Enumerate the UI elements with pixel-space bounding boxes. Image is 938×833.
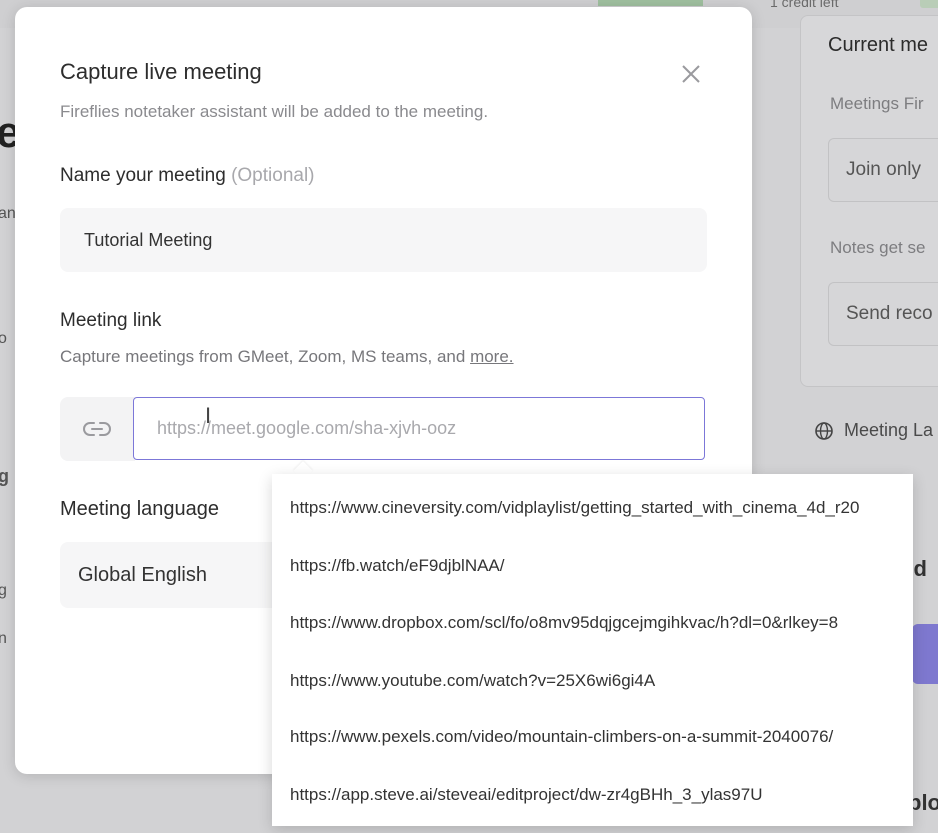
panel-label: Meetings Fir (830, 94, 924, 113)
panel-select-value: Join only (846, 159, 921, 180)
modal-title: Capture live meeting (60, 59, 262, 84)
primary-button[interactable] (912, 624, 938, 684)
meeting-link-description-text: Capture meetings from GMeet, Zoom, MS te… (60, 347, 466, 366)
suggestion-item[interactable]: https://www.dropbox.com/scl/fo/o8mv95dqj… (290, 613, 900, 633)
panel-label: Notes get se (830, 238, 926, 257)
text-cursor-icon: I (205, 403, 212, 428)
meeting-link-label: Meeting link (60, 310, 162, 331)
meeting-language-setting[interactable]: Meeting La (814, 420, 933, 441)
top-button[interactable] (598, 0, 703, 6)
globe-icon (815, 421, 833, 440)
panel-select-value: Send reco (846, 303, 933, 324)
panel-title: Current me (828, 34, 929, 56)
link-icon-container (60, 397, 135, 461)
meeting-name-label: Name your meeting (Optional) (60, 165, 315, 187)
meeting-language-select[interactable]: Global English (60, 542, 290, 608)
background-text-fragment: o (0, 330, 7, 347)
panel-select[interactable]: Send reco (828, 282, 938, 346)
background-text-fragment: n (0, 630, 7, 647)
meeting-link-description: Capture meetings from GMeet, Zoom, MS te… (60, 347, 514, 367)
suggestion-item[interactable]: https://app.steve.ai/steveai/editproject… (290, 785, 900, 805)
meeting-link-input[interactable] (133, 397, 705, 460)
modal-subtitle: Fireflies notetaker assistant will be ad… (60, 102, 489, 121)
panel-select[interactable]: Join only (828, 138, 938, 202)
background-text-fragment: an (0, 205, 16, 222)
meeting-name-input[interactable] (60, 208, 707, 272)
suggestion-item[interactable]: https://www.cineversity.com/vidplaylist/… (290, 498, 900, 518)
suggestion-item[interactable]: https://www.pexels.com/video/mountain-cl… (290, 727, 900, 747)
close-button[interactable] (679, 62, 703, 86)
link-suggestions-dropdown: https://www.cineversity.com/vidplaylist/… (272, 474, 913, 826)
meeting-language-label: Meeting La (844, 420, 934, 440)
meeting-name-label-text: Name your meeting (60, 165, 226, 186)
meeting-language-label: Meeting language (60, 498, 220, 520)
close-icon (682, 65, 700, 83)
background-text-fragment: g (0, 582, 7, 599)
credit-text: 1 credit left (770, 0, 839, 10)
suggestion-item[interactable]: https://fb.watch/eF9djblNAA/ (290, 556, 900, 576)
meeting-language-value: Global English (78, 564, 207, 586)
more-link[interactable]: more. (470, 347, 513, 366)
suggestion-item[interactable]: https://www.youtube.com/watch?v=25X6wi6g… (290, 671, 900, 691)
credit-badge (920, 0, 938, 8)
link-icon (83, 422, 111, 436)
optional-tag: (Optional) (231, 165, 315, 186)
